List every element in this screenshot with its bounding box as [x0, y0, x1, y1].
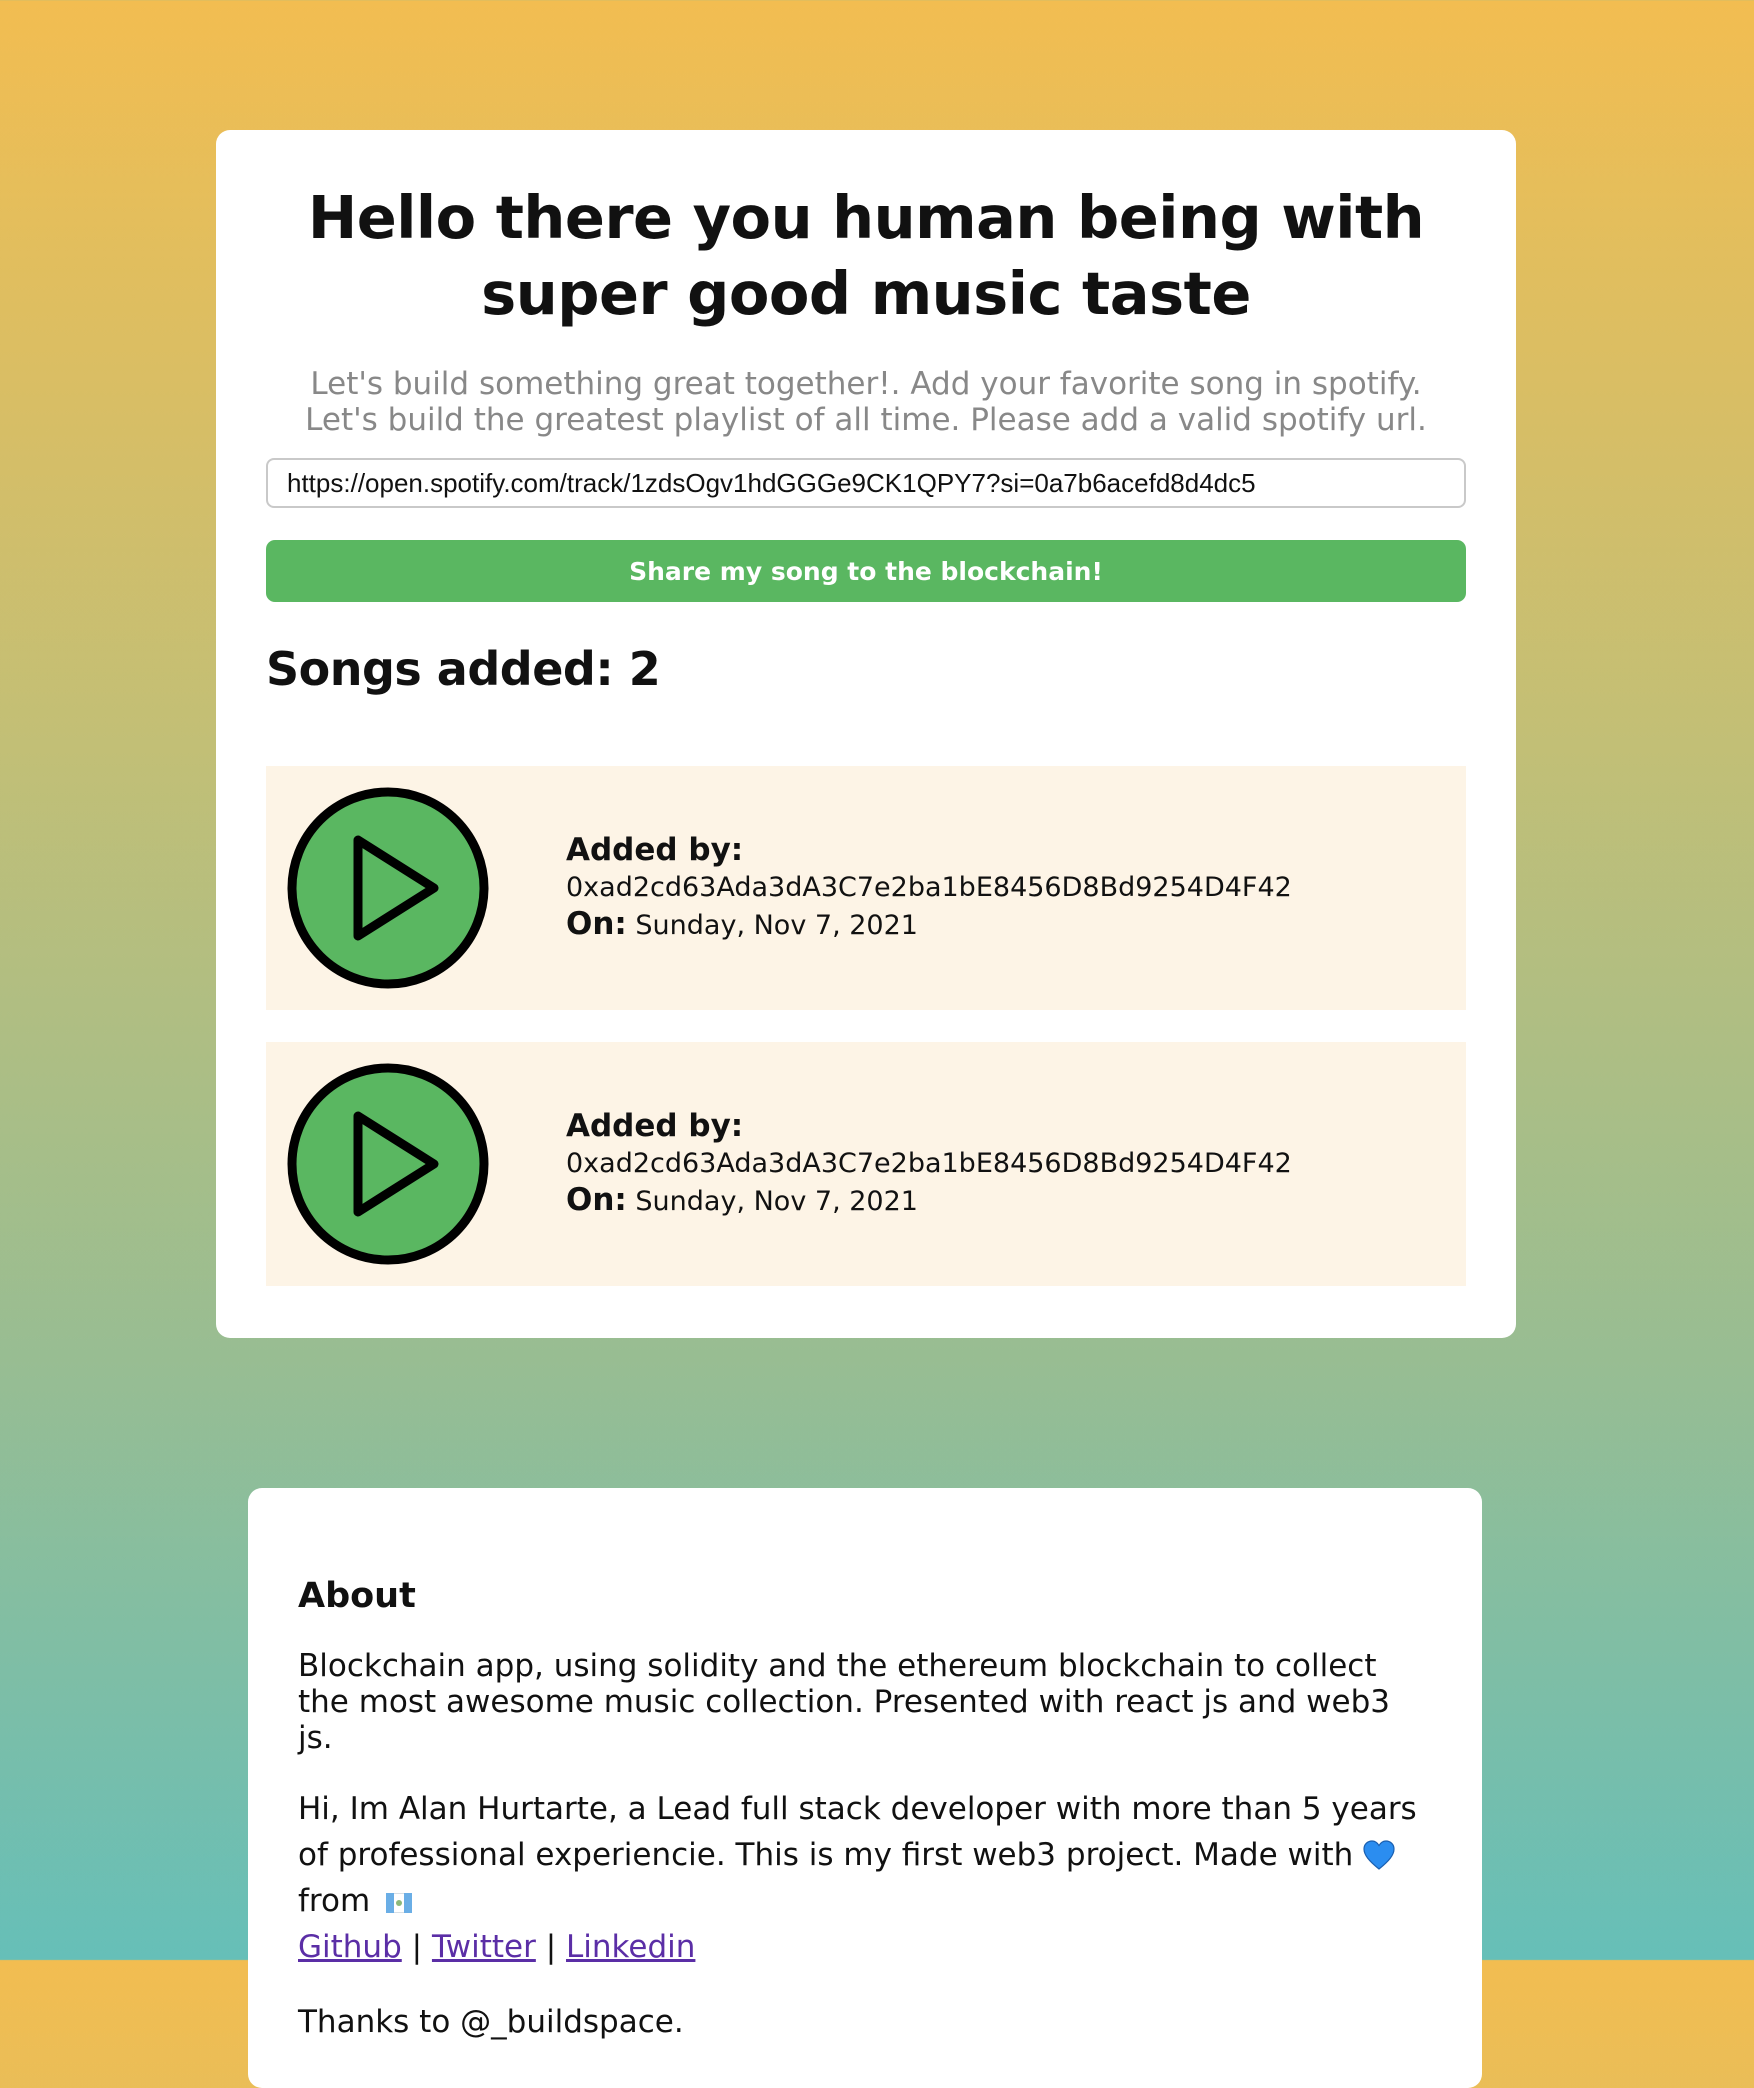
spotify-url-input[interactable] — [266, 458, 1466, 508]
page-title: Hello there you human being with super g… — [307, 183, 1425, 328]
about-heading: About — [298, 1576, 416, 1616]
bio-from: from — [298, 1883, 371, 1919]
blue-heart-icon — [1363, 1840, 1395, 1870]
added-by-label: Added by: — [566, 1108, 744, 1144]
on-label: On: — [566, 1182, 627, 1218]
guatemala-flag-icon — [386, 1892, 413, 1913]
subtitle-line-1: Let's build something great together!. A… — [310, 366, 1422, 402]
song-meta: Added by: 0xad2cd63Ada3dA3C7e2ba1bE8456D… — [566, 832, 1466, 944]
subtitle: Let's build something great together!. A… — [266, 366, 1466, 438]
share-song-button[interactable]: Share my song to the blockchain! — [266, 540, 1466, 602]
added-by-label: Added by: — [566, 832, 744, 868]
date-row: On: Sunday, Nov 7, 2021 — [566, 906, 1466, 944]
bio-text: Hi, Im Alan Hurtarte, a Lead full stack … — [298, 1791, 1417, 1873]
date-row: On: Sunday, Nov 7, 2021 — [566, 1182, 1466, 1220]
main-card: Hello there you human being with super g… — [216, 130, 1516, 1338]
wallet-address: 0xad2cd63Ada3dA3C7e2ba1bE8456D8Bd9254D4F… — [566, 872, 1292, 903]
song-meta: Added by: 0xad2cd63Ada3dA3C7e2ba1bE8456D… — [566, 1108, 1466, 1220]
about-description: Blockchain app, using solidity and the e… — [298, 1648, 1391, 1756]
songs-added-heading: Songs added: 2 — [266, 642, 661, 696]
song-list: Added by: 0xad2cd63Ada3dA3C7e2ba1bE8456D… — [266, 766, 1466, 1286]
play-circle-icon[interactable] — [286, 786, 490, 990]
song-date: Sunday, Nov 7, 2021 — [635, 910, 918, 941]
author-bio: Hi, Im Alan Hurtarte, a Lead full stack … — [298, 1786, 1432, 1970]
song-date: Sunday, Nov 7, 2021 — [635, 1186, 918, 1217]
about-card: About Blockchain app, using solidity and… — [248, 1488, 1482, 2088]
song-item: Added by: 0xad2cd63Ada3dA3C7e2ba1bE8456D… — [266, 1042, 1466, 1286]
on-label: On: — [566, 906, 627, 942]
play-circle-icon[interactable] — [286, 1062, 490, 1266]
thanks-text: Thanks to @_buildspace. — [298, 2004, 684, 2040]
song-item: Added by: 0xad2cd63Ada3dA3C7e2ba1bE8456D… — [266, 766, 1466, 1010]
added-by-row: Added by: 0xad2cd63Ada3dA3C7e2ba1bE8456D… — [566, 1108, 1466, 1182]
added-by-row: Added by: 0xad2cd63Ada3dA3C7e2ba1bE8456D… — [566, 832, 1466, 906]
wallet-address: 0xad2cd63Ada3dA3C7e2ba1bE8456D8Bd9254D4F… — [566, 1148, 1292, 1179]
subtitle-line-2: Let's build the greatest playlist of all… — [305, 402, 1427, 438]
